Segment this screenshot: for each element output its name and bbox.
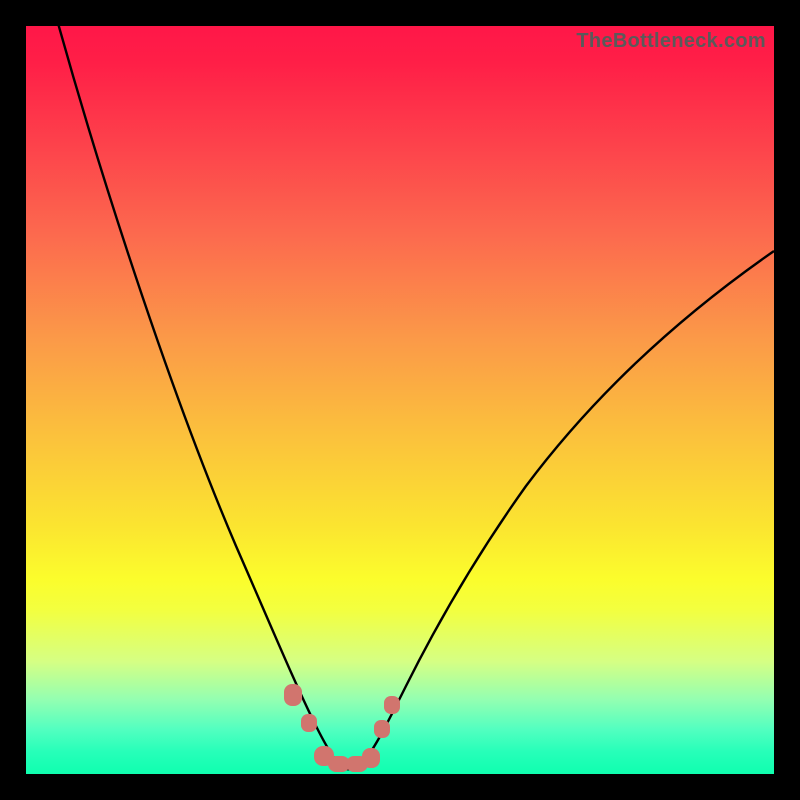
right-curve	[358, 251, 774, 768]
bead-right-lower	[374, 720, 390, 738]
bead-right-upper	[384, 696, 400, 714]
bead-bottom-4	[362, 748, 380, 768]
chart-frame: TheBottleneck.com	[26, 26, 774, 774]
left-curve	[56, 26, 340, 766]
bead-left-lower	[301, 714, 317, 732]
bead-left-upper	[284, 684, 302, 706]
bottleneck-curve-plot	[26, 26, 774, 774]
